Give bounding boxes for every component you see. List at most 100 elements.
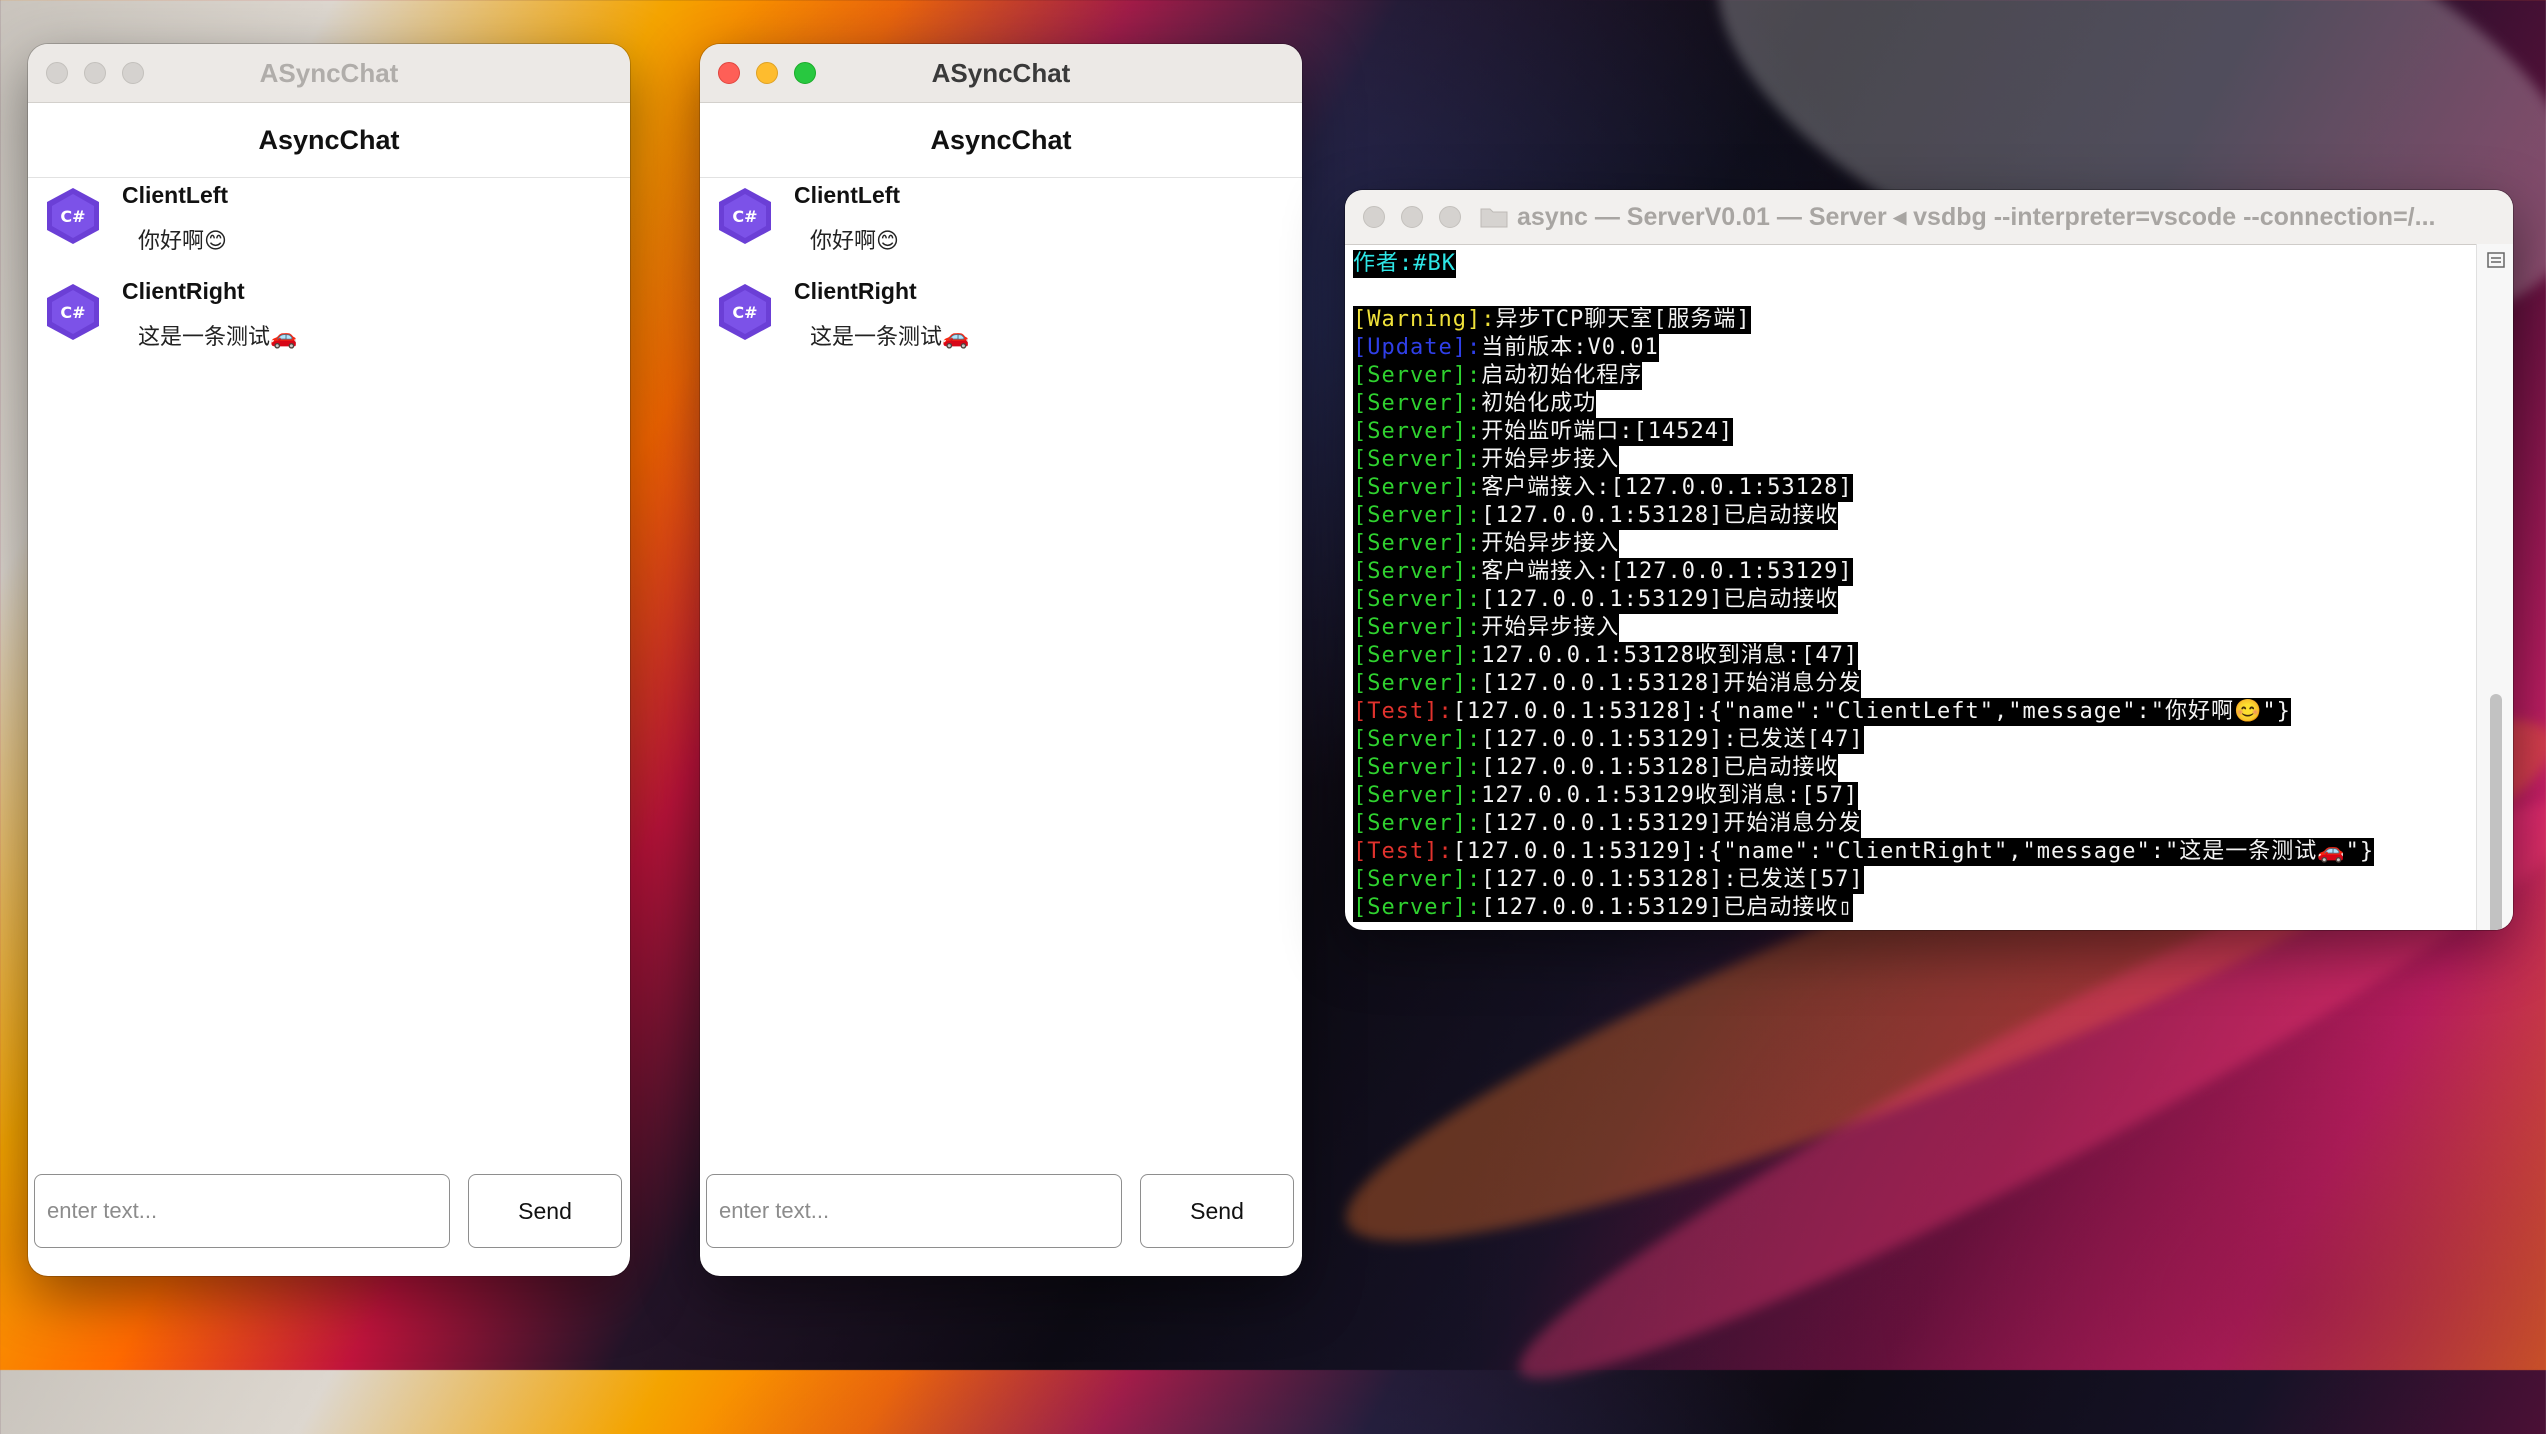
log-text: [127.0.0.1:53129]:{"name":"ClientRight",…: [1452, 838, 2375, 866]
log-tag: [Test]:: [1353, 838, 1453, 866]
log-tag: [Server]:: [1353, 670, 1482, 698]
terminal-line: [Server]: [127.0.0.1:53128]:已发送[57]: [1353, 866, 2473, 894]
log-tag: [Server]:: [1353, 894, 1482, 922]
log-tag: [Server]:: [1353, 810, 1482, 838]
terminal-output[interactable]: 作者:#BK [Warning]: 异步TCP聊天室[服务端] [Update]: 当前…: [1353, 250, 2473, 922]
send-button[interactable]: Send: [1140, 1174, 1294, 1248]
message-text: 你好啊😊: [810, 229, 899, 254]
close-button[interactable]: [1363, 206, 1385, 228]
svg-text:C#: C#: [732, 207, 757, 226]
log-tag: [Server]:: [1353, 782, 1482, 810]
log-tag: [Server]:: [1353, 614, 1482, 642]
minimize-button[interactable]: [84, 62, 106, 84]
log-tag: [Test]:: [1353, 698, 1453, 726]
terminal-line: [Update]: 当前版本:V0.01: [1353, 334, 2473, 362]
traffic-lights: [46, 44, 144, 102]
close-button[interactable]: [46, 62, 68, 84]
chat-window-left: ASyncChat AsyncChat C# ClientLeft 你好啊😊 C…: [28, 44, 630, 1276]
log-text: [127.0.0.1:53128]已启动接收: [1481, 754, 1839, 782]
minimize-button[interactable]: [756, 62, 778, 84]
csharp-logo-icon: C#: [719, 188, 771, 244]
terminal-line: [Warning]: 异步TCP聊天室[服务端]: [1353, 306, 2473, 334]
terminal-line: [Server]: 客户端接入:[127.0.0.1:53129]: [1353, 558, 2473, 586]
csharp-logo-icon: C#: [719, 284, 771, 340]
message-input[interactable]: [706, 1174, 1122, 1248]
app-header: AsyncChat: [700, 103, 1302, 178]
log-text: [127.0.0.1:53128]开始消息分发: [1481, 670, 1862, 698]
log-tag: [Server]:: [1353, 866, 1482, 894]
log-text: 开始异步接入: [1481, 446, 1620, 474]
terminal-titlebar[interactable]: async — ServerV0.01 — Server ◂ vsdbg --i…: [1345, 190, 2513, 245]
traffic-lights: [1363, 190, 1461, 244]
terminal-title: async — ServerV0.01 — Server ◂ vsdbg --i…: [1517, 203, 2436, 231]
log-tag: [Server]:: [1353, 446, 1482, 474]
log-tag: [Server]:: [1353, 642, 1482, 670]
terminal-line: [Server]: [127.0.0.1:53129]已启动接收: [1353, 586, 2473, 614]
log-tag: [Server]:: [1353, 362, 1482, 390]
log-text: [127.0.0.1:53129]已启动接收: [1481, 586, 1839, 614]
window-title: ASyncChat: [259, 57, 399, 88]
log-tag: [Server]:: [1353, 418, 1482, 446]
message-sender: ClientRight: [794, 278, 917, 304]
log-tag: [Warning]:: [1353, 306, 1496, 334]
message-text: 这是一条测试🚗: [810, 325, 970, 350]
terminal-line: [Server]: 127.0.0.1:53129收到消息:[57]: [1353, 782, 2473, 810]
svg-text:C#: C#: [732, 303, 757, 322]
send-button[interactable]: Send: [468, 1174, 622, 1248]
log-tag: [Server]:: [1353, 558, 1482, 586]
window-titlebar[interactable]: ASyncChat: [700, 44, 1302, 103]
log-text: 开始异步接入: [1481, 614, 1620, 642]
log-text: [127.0.0.1:53129]:已发送[47]: [1481, 726, 1864, 754]
message-item: C# ClientLeft 你好啊😊: [44, 182, 228, 255]
csharp-logo-icon: C#: [47, 188, 99, 244]
message-text: 你好啊😊: [138, 229, 227, 254]
log-text: [127.0.0.1:53128]:{"name":"ClientLeft","…: [1452, 698, 2291, 726]
scrollbar-thumb[interactable]: [2490, 694, 2502, 930]
folder-icon: [1480, 208, 1508, 228]
svg-text:C#: C#: [60, 207, 85, 226]
message-sender: ClientLeft: [794, 182, 901, 208]
message-input[interactable]: [34, 1174, 450, 1248]
terminal-line: [Server]: [127.0.0.1:53129]已启动接收▯: [1353, 894, 2473, 922]
terminal-line: 作者:#BK: [1353, 250, 2473, 278]
log-tag: [Server]:: [1353, 530, 1482, 558]
log-text: [127.0.0.1:53128]已启动接收: [1481, 502, 1839, 530]
terminal-line: [Server]: 开始监听端口:[14524]: [1353, 418, 2473, 446]
log-tag: [Server]:: [1353, 586, 1482, 614]
terminal-line: [Server]: 开始异步接入: [1353, 446, 2473, 474]
log-text: 127.0.0.1:53129收到消息:[57]: [1481, 782, 1859, 810]
zoom-button[interactable]: [794, 62, 816, 84]
log-text: [127.0.0.1:53128]:已发送[57]: [1481, 866, 1864, 894]
terminal-line: [Server]: [127.0.0.1:53128]开始消息分发: [1353, 670, 2473, 698]
window-title: ASyncChat: [931, 57, 1071, 88]
message-text: 这是一条测试🚗: [138, 325, 298, 350]
close-button[interactable]: [718, 62, 740, 84]
message-sender: ClientLeft: [122, 182, 229, 208]
message-item: C# ClientRight 这是一条测试🚗: [44, 278, 298, 351]
zoom-button[interactable]: [1439, 206, 1461, 228]
terminal-scrollbar[interactable]: [2476, 244, 2513, 930]
terminal-line: [Test]: [127.0.0.1:53129]:{"name":"Client…: [1353, 838, 2473, 866]
minimize-button[interactable]: [1401, 206, 1423, 228]
menu-icon[interactable]: [2487, 252, 2505, 268]
log-tag: [Server]:: [1353, 474, 1482, 502]
zoom-button[interactable]: [122, 62, 144, 84]
terminal-line: [Server]: 客户端接入:[127.0.0.1:53128]: [1353, 474, 2473, 502]
terminal-line: [Server]: 开始异步接入: [1353, 530, 2473, 558]
log-text: 初始化成功: [1481, 390, 1597, 418]
terminal-line: [Server]: 127.0.0.1:53128收到消息:[47]: [1353, 642, 2473, 670]
log-text: 启动初始化程序: [1481, 362, 1643, 390]
traffic-lights: [718, 44, 816, 102]
log-text: [127.0.0.1:53129]已启动接收▯: [1481, 894, 1853, 922]
svg-text:C#: C#: [60, 303, 85, 322]
chat-window-right: ASyncChat AsyncChat C# ClientLeft 你好啊😊 C…: [700, 44, 1302, 1276]
terminal-line: [Server]: 开始异步接入: [1353, 614, 2473, 642]
terminal-window: async — ServerV0.01 — Server ◂ vsdbg --i…: [1345, 190, 2513, 930]
log-text: 异步TCP聊天室[服务端]: [1495, 306, 1751, 334]
terminal-line: [Server]: [127.0.0.1:53129]开始消息分发: [1353, 810, 2473, 838]
terminal-line: [Server]: [127.0.0.1:53129]:已发送[47]: [1353, 726, 2473, 754]
message-sender: ClientRight: [122, 278, 245, 304]
log-text: 开始监听端口:[14524]: [1481, 418, 1734, 446]
window-titlebar[interactable]: ASyncChat: [28, 44, 630, 103]
